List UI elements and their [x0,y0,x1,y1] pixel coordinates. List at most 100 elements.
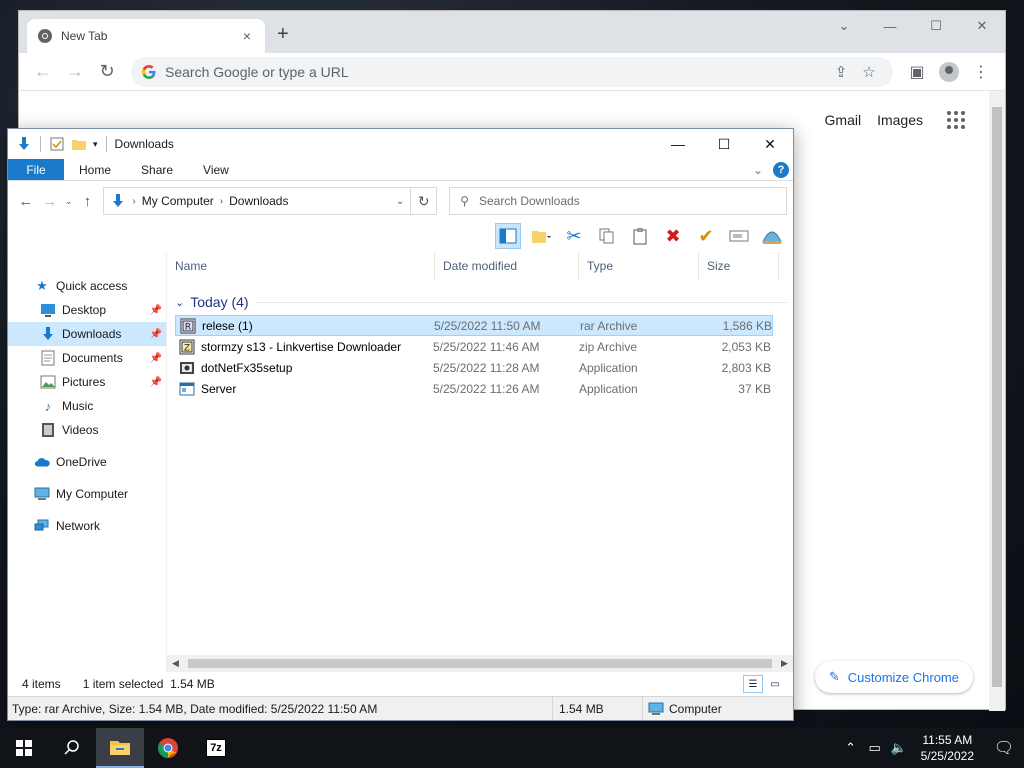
pin-icon[interactable]: 📌 [150,353,162,364]
details-view-icon[interactable]: ☰ [743,675,763,693]
share-icon[interactable]: ⇪ [827,63,855,81]
tab-share[interactable]: Share [126,159,188,180]
chrome-toolbar: ← → ↻ Search Google or type a URL ⇪ ☆ ▣ … [19,53,1005,91]
volume-icon[interactable]: 🔈 [887,740,911,756]
clock[interactable]: 11:55 AM 5/25/2022 [911,732,984,764]
nav-desktop[interactable]: Desktop 📌 [8,298,166,322]
up-arrow-button[interactable]: ↑ [76,193,100,210]
large-icons-view-icon[interactable]: ▭ [765,675,785,693]
tab-file[interactable]: File [8,159,64,180]
images-link[interactable]: Images [877,112,923,128]
preview-pane-icon[interactable] [495,223,521,249]
customize-chrome-button[interactable]: ✎ Customize Chrome [814,661,973,693]
nav-quick-access[interactable]: ★ Quick access [8,274,166,298]
kebab-menu-icon[interactable]: ⋮ [965,62,997,82]
tab-view[interactable]: View [188,159,244,180]
windows-start-icon[interactable] [0,728,48,768]
back-button[interactable]: ← [27,58,59,86]
forward-arrow-button[interactable]: → [38,193,62,210]
refresh-button[interactable]: ↻ [411,187,438,215]
nav-music[interactable]: ♪ Music [8,394,166,418]
tab-close-icon[interactable]: × [239,28,255,44]
horizontal-scrollbar[interactable]: ◀ ▶ [167,655,793,672]
search-icon[interactable] [48,728,96,768]
nav-network[interactable]: Network [8,514,166,538]
file-explorer-icon[interactable] [96,728,144,768]
side-panel-icon[interactable]: ▣ [901,62,933,82]
downloads-arrow-icon [19,137,29,150]
network-icon[interactable]: ▭ [863,740,887,756]
help-icon[interactable]: ? [773,161,789,178]
chrome-icon[interactable] [144,728,192,768]
ribbon-tabs: File Home Share View ⌄ ? [8,159,793,181]
7zip-icon[interactable]: 7z [192,728,240,768]
cut-icon[interactable]: ✂ [561,223,587,249]
column-size[interactable]: Size [699,253,779,279]
breadcrumb-downloads[interactable]: Downloads [229,194,288,208]
nav-documents[interactable]: Documents 📌 [8,346,166,370]
scroll-thumb[interactable] [188,659,772,668]
copy-icon[interactable] [594,223,620,249]
forward-button[interactable]: → [59,58,91,86]
pin-icon[interactable]: 📌 [150,329,162,340]
pin-icon[interactable]: 📌 [150,377,162,388]
search-input[interactable]: ⚲ Search Downloads [449,187,787,215]
table-row[interactable]: Server 5/25/2022 11:26 AM Application 37… [175,378,773,399]
nav-my-computer[interactable]: My Computer [8,482,166,506]
gmail-link[interactable]: Gmail [825,112,862,128]
collapse-chevron-icon: ⌄ [175,296,185,309]
maximize-button[interactable]: ☐ [913,11,959,41]
column-date-modified[interactable]: Date modified [435,253,579,279]
back-arrow-button[interactable]: ← [14,193,38,210]
explorer-close-button[interactable]: ✕ [747,129,793,159]
explorer-maximize-button[interactable]: ☐ [701,129,747,159]
folder-options-icon[interactable] [528,223,554,249]
properties-icon[interactable] [49,136,65,152]
table-row[interactable]: R relese (1) 5/25/2022 11:50 AM rar Arch… [175,315,773,336]
chevron-up-icon[interactable]: ⌃ [839,740,863,756]
ribbon-expand-icon[interactable]: ⌄ [753,163,763,177]
explorer-window-controls: — ☐ ✕ [655,129,793,159]
nav-downloads[interactable]: Downloads 📌 [8,322,166,346]
notification-icon[interactable]: 🗨 [984,738,1024,758]
google-g-icon [142,64,156,79]
chrome-scrollbar[interactable] [989,91,1005,711]
address-bar[interactable]: › My Computer › Downloads ⌄ [103,187,412,215]
apps-grid-icon[interactable] [947,111,965,129]
profile-icon[interactable] [933,61,965,82]
explorer-minimize-button[interactable]: — [655,129,701,159]
rename-icon[interactable] [726,223,752,249]
table-row[interactable]: dotNetFx35setup 5/25/2022 11:28 AM Appli… [175,357,773,378]
pin-icon[interactable]: 📌 [150,305,162,316]
tab-search-icon[interactable]: ⌄ [821,11,867,41]
close-button[interactable]: ✕ [959,11,1005,41]
properties-check-icon[interactable]: ✔ [693,223,719,249]
cloud-icon [34,454,50,470]
reload-button[interactable]: ↻ [91,58,123,86]
address-dropdown-icon[interactable]: ⌄ [396,196,404,207]
tab-home[interactable]: Home [64,159,126,180]
breadcrumb-my-computer[interactable]: My Computer [142,194,214,208]
new-folder-icon[interactable] [71,136,87,152]
tab-new-tab[interactable]: New Tab × [27,19,265,53]
paste-icon[interactable] [627,223,653,249]
group-header-today[interactable]: ⌄ Today (4) [167,289,793,315]
new-tab-button[interactable]: + [277,24,289,44]
omnibox[interactable]: Search Google or type a URL ⇪ ☆ [131,56,893,87]
search-icon: ⚲ [460,194,469,208]
nav-pictures[interactable]: Pictures 📌 [8,370,166,394]
table-row[interactable]: Z stormzy s13 - Linkvertise Downloader 5… [175,336,773,357]
nav-onedrive[interactable]: OneDrive [8,450,166,474]
bookmark-star-icon[interactable]: ☆ [855,63,883,81]
nav-videos[interactable]: Videos [8,418,166,442]
scroll-right-icon[interactable]: ▶ [776,658,793,669]
recent-locations-icon[interactable]: ⌄ [62,196,76,207]
scroll-left-icon[interactable]: ◀ [167,658,184,669]
column-type[interactable]: Type [579,253,699,279]
shell-icon[interactable] [759,223,785,249]
minimize-button[interactable]: — [867,11,913,41]
delete-icon[interactable]: ✖ [660,223,686,249]
qat-dropdown-icon[interactable]: ▾ [93,139,98,150]
customize-label: Customize Chrome [847,669,959,685]
column-name[interactable]: Name [167,253,435,279]
